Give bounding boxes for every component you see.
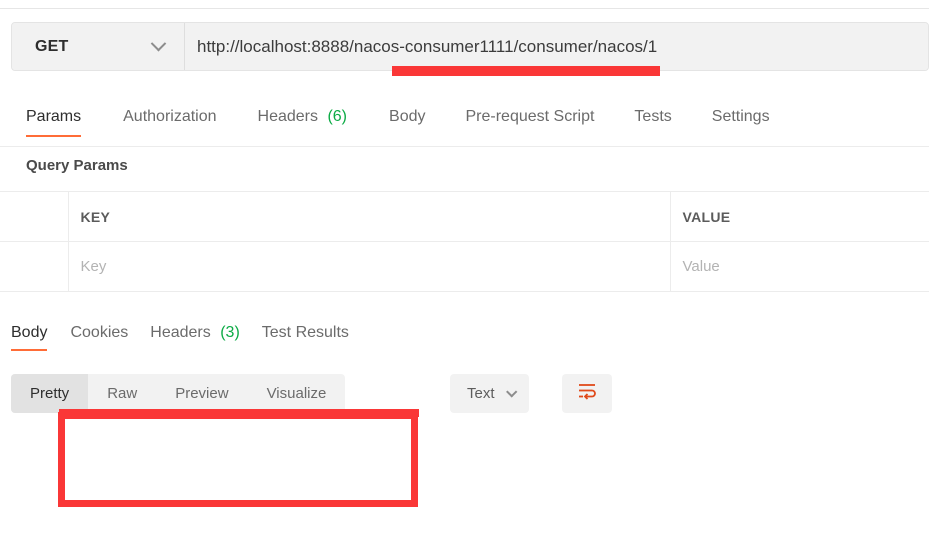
view-pretty-label: Pretty — [30, 385, 70, 402]
response-tab-cookies[interactable]: Cookies — [70, 322, 128, 342]
body-view-switcher: Pretty Raw Preview Visualize — [11, 374, 346, 413]
tab-headers-label: Headers — [257, 108, 318, 125]
view-visualize-button[interactable]: Visualize — [248, 374, 346, 413]
table-header-row: KEY VALUE — [0, 191, 929, 242]
word-wrap-icon — [577, 382, 597, 405]
request-url-bar: GET http://localhost:8888/nacos-consumer… — [11, 22, 929, 71]
response-tab-test-results-label: Test Results — [261, 324, 349, 341]
view-raw-button[interactable]: Raw — [88, 374, 156, 413]
view-preview-button[interactable]: Preview — [156, 374, 247, 413]
param-value-input[interactable]: Value — [669, 241, 929, 292]
tab-headers-count: (6) — [327, 108, 348, 125]
response-tab-body-label: Body — [11, 324, 48, 341]
select-all-cell — [0, 191, 68, 242]
tab-pre-request-script-label: Pre-request Script — [465, 108, 595, 125]
response-tab-headers-label: Headers — [150, 324, 211, 341]
column-header-key: KEY — [67, 191, 670, 242]
query-params-title: Query Params — [26, 157, 128, 174]
tab-settings-label: Settings — [711, 108, 770, 125]
response-tab-bar: Body Cookies Headers (3) Test Results — [0, 322, 349, 351]
response-tab-headers[interactable]: Headers (3) — [150, 322, 240, 342]
tab-tests-label: Tests — [634, 108, 672, 125]
tab-params[interactable]: Params — [26, 101, 82, 137]
response-tab-cookies-label: Cookies — [70, 324, 129, 341]
response-body-viewer[interactable]: 1 nacos port: 9088 id1 — [0, 420, 929, 537]
top-divider — [0, 8, 929, 9]
http-method-label: GET — [35, 37, 69, 55]
tab-authorization-label: Authorization — [123, 108, 217, 125]
tab-tests[interactable]: Tests — [634, 101, 671, 126]
request-url-input[interactable]: http://localhost:8888/nacos-consumer1111… — [185, 23, 928, 70]
postman-request-response-pane: GET http://localhost:8888/nacos-consumer… — [0, 0, 929, 537]
column-header-value: VALUE — [669, 191, 929, 242]
tab-pre-request-script[interactable]: Pre-request Script — [465, 101, 594, 126]
body-format-select[interactable]: Text — [450, 374, 529, 413]
tab-params-label: Params — [26, 108, 82, 125]
chevron-down-icon — [505, 385, 517, 398]
tab-body-label: Body — [389, 108, 426, 125]
param-key-input[interactable]: Key — [67, 241, 670, 292]
response-tab-body[interactable]: Body — [11, 322, 48, 351]
tab-authorization[interactable]: Authorization — [123, 101, 216, 126]
view-preview-label: Preview — [175, 385, 229, 402]
chevron-down-icon — [150, 35, 167, 52]
url-red-highlight-annotation — [392, 66, 660, 76]
pretty-tabs-red-highlight-annotation — [59, 409, 419, 417]
response-tab-test-results[interactable]: Test Results — [262, 322, 349, 342]
table-row: Key Value — [0, 241, 929, 292]
response-tab-headers-count: (3) — [220, 324, 240, 341]
tab-headers[interactable]: Headers (6) — [258, 101, 348, 126]
view-raw-label: Raw — [107, 385, 138, 402]
tab-body[interactable]: Body — [389, 101, 425, 126]
tab-settings[interactable]: Settings — [712, 101, 770, 126]
view-pretty-button[interactable]: Pretty — [11, 374, 89, 413]
word-wrap-button[interactable] — [562, 374, 612, 413]
http-method-select[interactable]: GET — [12, 23, 185, 70]
request-tab-bar: Params Authorization Headers (6) Body Pr… — [0, 101, 929, 147]
row-checkbox-cell[interactable] — [0, 241, 68, 292]
request-url-text: http://localhost:8888/nacos-consumer1111… — [197, 36, 658, 56]
body-format-label: Text — [467, 385, 495, 402]
query-params-table: KEY VALUE Key Value — [0, 191, 929, 292]
view-visualize-label: Visualize — [266, 385, 327, 402]
